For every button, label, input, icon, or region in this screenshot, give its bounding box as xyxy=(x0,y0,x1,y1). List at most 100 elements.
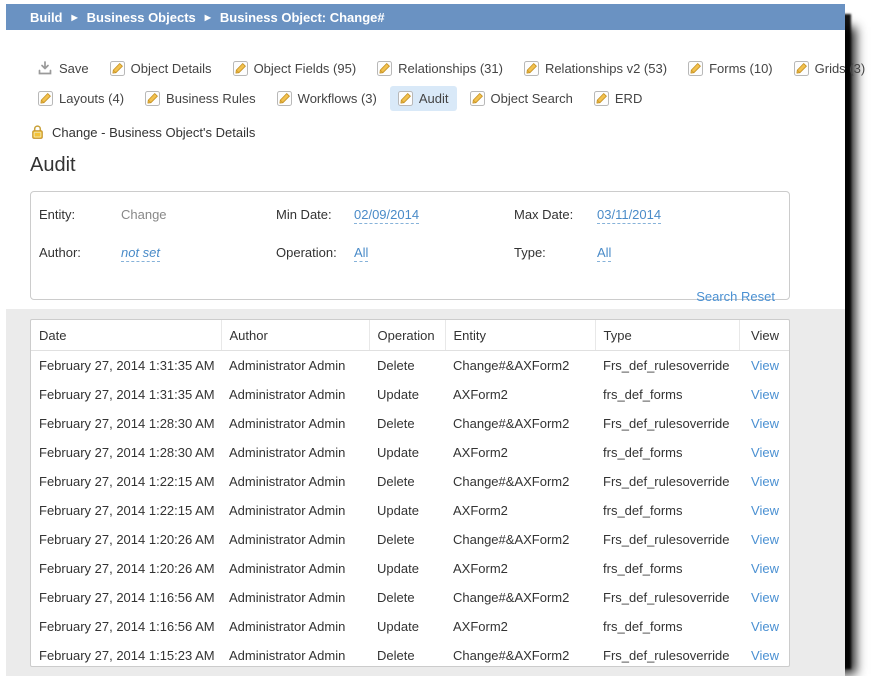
table-header-row: Date Author Operation Entity Type View xyxy=(31,320,789,351)
cell-date: February 27, 2014 1:28:30 AM xyxy=(31,409,221,438)
toolbar-button-object-search[interactable]: Object Search xyxy=(462,86,581,111)
cell-date: February 27, 2014 1:16:56 AM xyxy=(31,583,221,612)
max-date-label: Max Date: xyxy=(514,207,597,222)
toolbar-row-1: Save Object Details Object Fields (95) R… xyxy=(30,56,821,81)
toolbar-button-workflows[interactable]: Workflows (3) xyxy=(269,86,385,111)
table-row: February 27, 2014 1:22:15 AM Administrat… xyxy=(31,467,789,496)
cell-author: Administrator Admin xyxy=(221,467,369,496)
toolbar-button-erd[interactable]: ERD xyxy=(586,86,650,111)
toolbar-button-label: Relationships v2 (53) xyxy=(545,61,667,76)
view-link[interactable]: View xyxy=(751,503,779,518)
cell-entity: Change#&AXForm2 xyxy=(445,583,595,612)
toolbar-button-object-fields[interactable]: Object Fields (95) xyxy=(225,56,365,81)
save-icon xyxy=(38,61,53,76)
type-value-link[interactable]: All xyxy=(597,245,611,262)
cell-date: February 27, 2014 1:22:15 AM xyxy=(31,496,221,525)
search-link[interactable]: Search xyxy=(696,289,737,304)
cell-entity: AXForm2 xyxy=(445,380,595,409)
cell-entity: Change#&AXForm2 xyxy=(445,467,595,496)
view-link[interactable]: View xyxy=(751,590,779,605)
view-link[interactable]: View xyxy=(751,532,779,547)
view-link[interactable]: View xyxy=(751,561,779,576)
table-row: February 27, 2014 1:16:56 AM Administrat… xyxy=(31,612,789,641)
cell-date: February 27, 2014 1:22:15 AM xyxy=(31,467,221,496)
edit-pencil-icon xyxy=(524,61,539,76)
view-link[interactable]: View xyxy=(751,648,779,663)
audit-table: Date Author Operation Entity Type View F… xyxy=(30,319,790,667)
page-title: Audit xyxy=(30,154,821,177)
entity-value: Change xyxy=(121,207,276,222)
column-header-view: View xyxy=(739,320,789,351)
toolbar-button-relationships[interactable]: Relationships (31) xyxy=(369,56,511,81)
author-value-link[interactable]: not set xyxy=(121,245,160,262)
max-date-value-link[interactable]: 03/11/2014 xyxy=(597,207,661,224)
cell-date: February 27, 2014 1:16:56 AM xyxy=(31,612,221,641)
view-link[interactable]: View xyxy=(751,474,779,489)
toolbar-button-label: ERD xyxy=(615,91,642,106)
edit-pencil-icon xyxy=(233,61,248,76)
toolbar-button-label: Object Search xyxy=(491,91,573,106)
cell-type: frs_def_forms xyxy=(595,612,739,641)
cell-entity: AXForm2 xyxy=(445,554,595,583)
cell-operation: Delete xyxy=(369,583,445,612)
breadcrumb-separator-icon: ▶ xyxy=(205,13,211,22)
cell-operation: Update xyxy=(369,496,445,525)
author-label: Author: xyxy=(39,245,121,260)
min-date-value-link[interactable]: 02/09/2014 xyxy=(354,207,419,224)
toolbar-button-object-details[interactable]: Object Details xyxy=(102,56,220,81)
breadcrumb-item-business-objects[interactable]: Business Objects xyxy=(87,10,196,25)
cell-author: Administrator Admin xyxy=(221,554,369,583)
operation-value-link[interactable]: All xyxy=(354,245,368,262)
edit-pencil-icon xyxy=(38,91,53,106)
toolbar-button-label: Object Fields (95) xyxy=(254,61,357,76)
breadcrumb-separator-icon: ▶ xyxy=(72,13,78,22)
breadcrumb-item-build[interactable]: Build xyxy=(30,10,63,25)
cell-operation: Update xyxy=(369,612,445,641)
cell-date: February 27, 2014 1:28:30 AM xyxy=(31,438,221,467)
cell-type: frs_def_forms xyxy=(595,380,739,409)
save-button[interactable]: Save xyxy=(30,56,97,81)
cell-entity: AXForm2 xyxy=(445,612,595,641)
toolbar-button-label: Forms (10) xyxy=(709,61,773,76)
column-header-entity: Entity xyxy=(445,320,595,351)
edit-pencil-icon xyxy=(277,91,292,106)
toolbar-button-business-rules[interactable]: Business Rules xyxy=(137,86,264,111)
cell-date: February 27, 2014 1:20:26 AM xyxy=(31,554,221,583)
view-link[interactable]: View xyxy=(751,619,779,634)
toolbar-button-forms[interactable]: Forms (10) xyxy=(680,56,781,81)
save-button-label: Save xyxy=(59,61,89,76)
cell-type: frs_def_forms xyxy=(595,554,739,583)
toolbar-button-grids[interactable]: Grids (3) xyxy=(786,56,871,81)
cell-operation: Update xyxy=(369,380,445,409)
cell-type: Frs_def_rulesoverride xyxy=(595,351,739,381)
cell-entity: Change#&AXForm2 xyxy=(445,351,595,381)
table-row: February 27, 2014 1:31:35 AM Administrat… xyxy=(31,351,789,381)
cell-entity: AXForm2 xyxy=(445,438,595,467)
cell-type: Frs_def_rulesoverride xyxy=(595,409,739,438)
cell-date: February 27, 2014 1:15:23 AM xyxy=(31,641,221,667)
cell-entity: Change#&AXForm2 xyxy=(445,409,595,438)
view-link[interactable]: View xyxy=(751,387,779,402)
view-link[interactable]: View xyxy=(751,416,779,431)
toolbar-button-audit[interactable]: Audit xyxy=(390,86,457,111)
column-header-operation: Operation xyxy=(369,320,445,351)
view-link[interactable]: View xyxy=(751,445,779,460)
edit-pencil-icon xyxy=(794,61,809,76)
cell-date: February 27, 2014 1:31:35 AM xyxy=(31,351,221,381)
cell-type: Frs_def_rulesoverride xyxy=(595,641,739,667)
table-row: February 27, 2014 1:22:15 AM Administrat… xyxy=(31,496,789,525)
toolbar-button-relationships-v2[interactable]: Relationships v2 (53) xyxy=(516,56,675,81)
reset-link[interactable]: Reset xyxy=(741,289,775,304)
view-link[interactable]: View xyxy=(751,358,779,373)
table-row: February 27, 2014 1:15:23 AM Administrat… xyxy=(31,641,789,667)
results-section: Date Author Operation Entity Type View F… xyxy=(6,309,845,676)
audit-filter-panel: Entity: Change Min Date: 02/09/2014 Max … xyxy=(30,191,790,300)
edit-pencil-icon xyxy=(145,91,160,106)
object-details-lock-bar: Change - Business Object's Details xyxy=(30,124,821,140)
cell-author: Administrator Admin xyxy=(221,583,369,612)
cell-author: Administrator Admin xyxy=(221,409,369,438)
cell-author: Administrator Admin xyxy=(221,438,369,467)
table-row: February 27, 2014 1:28:30 AM Administrat… xyxy=(31,438,789,467)
toolbar-button-layouts[interactable]: Layouts (4) xyxy=(30,86,132,111)
table-row: February 27, 2014 1:20:26 AM Administrat… xyxy=(31,525,789,554)
